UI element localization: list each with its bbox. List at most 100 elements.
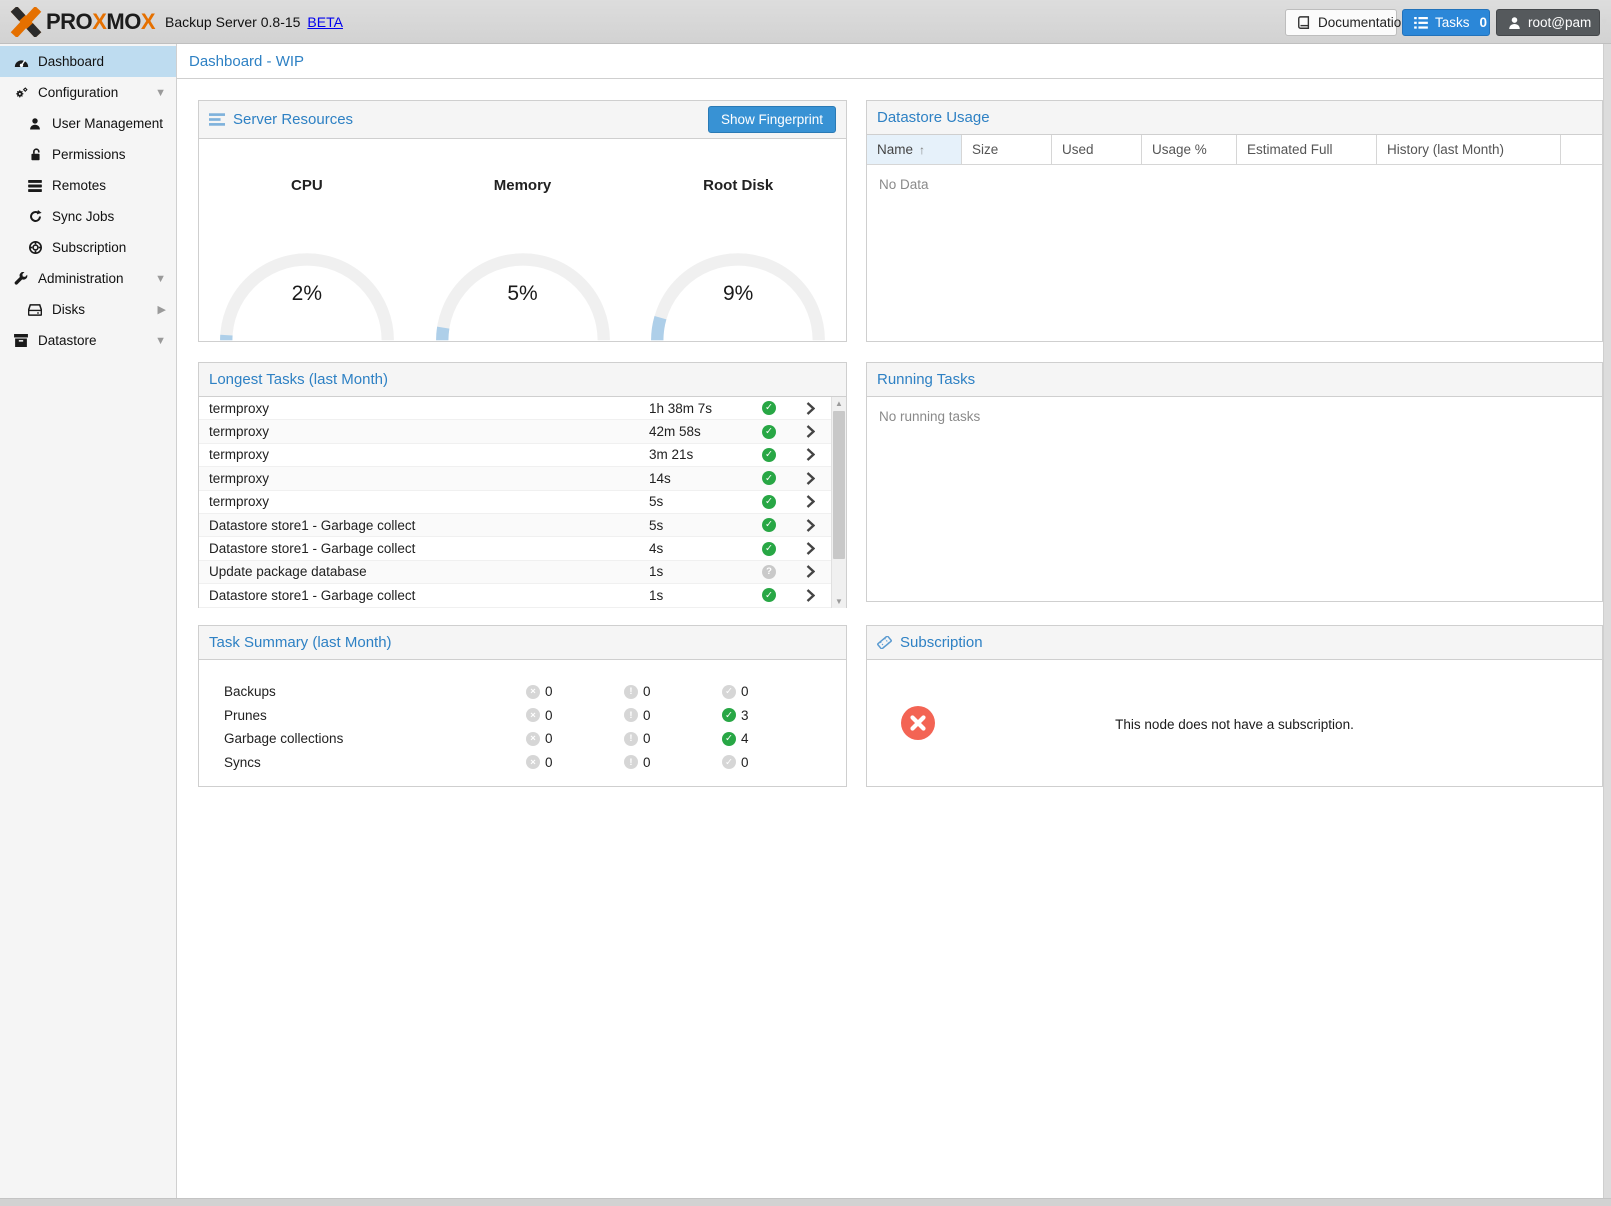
chevron-right-icon[interactable]: ▶ xyxy=(158,303,166,316)
sidebar-item-label: Subscription xyxy=(52,240,126,255)
column-header-history[interactable]: History (last Month) xyxy=(1377,135,1561,164)
chevron-down-icon[interactable]: ▼ xyxy=(155,87,166,99)
scroll-up-icon[interactable]: ▲ xyxy=(832,397,846,410)
page-horizontal-scrollbar[interactable] xyxy=(0,1198,1611,1206)
column-header-usage-pct[interactable]: Usage % xyxy=(1142,135,1237,164)
sidebar-item-label: Administration xyxy=(38,271,124,286)
sidebar-item-permissions[interactable]: Permissions xyxy=(0,139,176,170)
chevron-right-icon[interactable] xyxy=(789,472,831,485)
sidebar-item-remotes[interactable]: Remotes xyxy=(0,170,176,201)
sidebar-item-label: Sync Jobs xyxy=(52,209,114,224)
ok-count[interactable]: 3 xyxy=(741,708,749,723)
warning-count[interactable]: 0 xyxy=(643,731,651,746)
scroll-down-icon[interactable]: ▼ xyxy=(832,595,846,608)
user-menu-button[interactable]: root@pam ▼ xyxy=(1496,9,1600,36)
running-tasks-panel: Running Tasks No running tasks xyxy=(866,362,1603,602)
chevron-right-icon[interactable] xyxy=(789,542,831,555)
ok-count[interactable]: 0 xyxy=(741,755,749,770)
gears-icon xyxy=(12,86,30,100)
chevron-right-icon[interactable] xyxy=(789,402,831,415)
page-vertical-scrollbar[interactable] xyxy=(1603,44,1611,1198)
chevron-down-icon[interactable]: ▼ xyxy=(155,335,166,347)
task-row[interactable]: termproxy 3m 21s ✓ xyxy=(199,444,831,467)
task-row[interactable]: Update package database 1s ? xyxy=(199,561,831,584)
sidebar-nav: Dashboard Configuration ▼ User Managemen… xyxy=(0,44,177,1198)
error-count[interactable]: 0 xyxy=(545,731,553,746)
chevron-right-icon[interactable] xyxy=(789,519,831,532)
chevron-right-icon[interactable] xyxy=(789,589,831,602)
hard-disk-icon xyxy=(26,304,44,316)
beta-link[interactable]: BETA xyxy=(307,14,343,30)
column-header-used[interactable]: Used xyxy=(1052,135,1142,164)
ok-count[interactable]: 0 xyxy=(741,684,749,699)
cpu-gauge: CPU 2% xyxy=(199,139,415,342)
chevron-right-icon[interactable] xyxy=(789,448,831,461)
error-count[interactable]: 0 xyxy=(545,684,553,699)
book-icon xyxy=(1297,16,1311,30)
sidebar-item-sync-jobs[interactable]: Sync Jobs xyxy=(0,201,176,232)
task-name: termproxy xyxy=(199,471,649,486)
task-status-icon: ✓ xyxy=(762,588,776,602)
longest-tasks-header: Longest Tasks (last Month) xyxy=(199,363,846,397)
task-status-icon: ✓ xyxy=(762,542,776,556)
task-name: termproxy xyxy=(199,494,649,509)
task-row[interactable]: termproxy 5s ✓ xyxy=(199,491,831,514)
sidebar-item-administration[interactable]: Administration ▼ xyxy=(0,263,176,294)
top-bar: PROXMOX Backup Server 0.8-15 BETA Docume… xyxy=(0,0,1611,44)
proxmox-wordmark: PROXMOX xyxy=(46,9,155,35)
sidebar-item-datastore[interactable]: Datastore ▼ xyxy=(0,325,176,356)
subscription-title: Subscription xyxy=(877,634,983,651)
bars-icon xyxy=(209,113,225,126)
column-header-size[interactable]: Size xyxy=(962,135,1052,164)
list-scrollbar[interactable]: ▲ ▼ xyxy=(831,397,846,608)
chevron-right-icon[interactable] xyxy=(789,495,831,508)
tasks-count-badge: 0 xyxy=(1480,15,1488,30)
column-header-name[interactable]: Name ↑ xyxy=(867,135,962,164)
summary-label: Syncs xyxy=(199,755,526,770)
running-tasks-header: Running Tasks xyxy=(867,363,1602,397)
task-row[interactable]: termproxy 14s ✓ xyxy=(199,467,831,490)
running-tasks-title: Running Tasks xyxy=(877,371,975,388)
sidebar-item-label: Remotes xyxy=(52,178,106,193)
chevron-right-icon[interactable] xyxy=(789,425,831,438)
proxmox-logo: PROXMOX Backup Server 0.8-15 BETA xyxy=(10,7,343,37)
task-row[interactable]: Datastore store1 - Garbage collect 1s ✓ xyxy=(199,584,831,607)
memory-gauge-label: Memory xyxy=(415,177,631,194)
task-row[interactable]: Datastore store1 - Garbage collect 4s ✓ xyxy=(199,537,831,560)
documentation-button[interactable]: Documentation xyxy=(1285,9,1397,36)
task-row[interactable]: termproxy 42m 58s ✓ xyxy=(199,420,831,443)
sidebar-item-user-management[interactable]: User Management xyxy=(0,108,176,139)
task-duration: 4s xyxy=(649,541,749,556)
ok-count[interactable]: 4 xyxy=(741,731,749,746)
chevron-right-icon[interactable] xyxy=(789,565,831,578)
sidebar-item-disks[interactable]: Disks ▶ xyxy=(0,294,176,325)
error-count[interactable]: 0 xyxy=(545,755,553,770)
error-count[interactable]: 0 xyxy=(545,708,553,723)
task-row[interactable]: Datastore store1 - Garbage collect 5s ✓ xyxy=(199,514,831,537)
chevron-down-icon[interactable]: ▼ xyxy=(155,273,166,285)
tasks-button[interactable]: Tasks 0 xyxy=(1402,9,1490,36)
column-header-estimated-full[interactable]: Estimated Full xyxy=(1237,135,1377,164)
scrollbar-thumb[interactable] xyxy=(833,411,845,559)
subscription-message: This node does not have a subscription. xyxy=(867,717,1602,732)
warning-count[interactable]: 0 xyxy=(643,708,651,723)
tasks-label: Tasks xyxy=(1435,15,1470,30)
task-row[interactable]: termproxy 1h 38m 7s ✓ xyxy=(199,397,831,420)
sync-refresh-icon xyxy=(26,210,44,223)
longest-tasks-title: Longest Tasks (last Month) xyxy=(209,371,388,388)
summary-row-backups: Backups ×0 !0 ✓0 xyxy=(199,680,846,704)
task-status-icon: ✓ xyxy=(762,495,776,509)
show-fingerprint-button[interactable]: Show Fingerprint xyxy=(708,106,836,133)
task-name: Datastore store1 - Garbage collect xyxy=(199,541,649,556)
task-name: Datastore store1 - Garbage collect xyxy=(199,588,649,603)
documentation-label: Documentation xyxy=(1318,15,1409,30)
sidebar-item-dashboard[interactable]: Dashboard xyxy=(0,46,176,77)
sidebar-item-configuration[interactable]: Configuration ▼ xyxy=(0,77,176,108)
archive-box-icon xyxy=(12,334,30,347)
warning-count-icon: ! xyxy=(624,755,638,769)
server-resources-header: Server Resources Show Fingerprint xyxy=(199,101,846,139)
warning-count[interactable]: 0 xyxy=(643,755,651,770)
task-duration: 5s xyxy=(649,518,749,533)
sidebar-item-subscription[interactable]: Subscription xyxy=(0,232,176,263)
warning-count[interactable]: 0 xyxy=(643,684,651,699)
